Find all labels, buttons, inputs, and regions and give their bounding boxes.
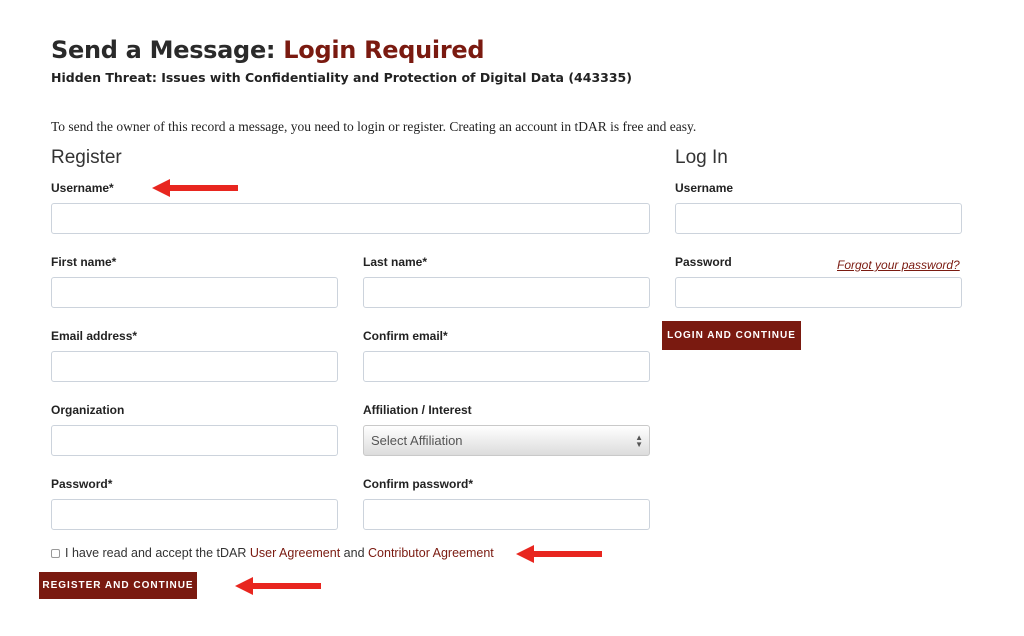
annotation-arrow-icon: [235, 577, 321, 595]
login-and-continue-button[interactable]: LOGIN AND CONTINUE: [662, 321, 801, 350]
login-heading: Log In: [675, 147, 728, 168]
login-password-input[interactable]: [675, 277, 962, 308]
password-label: Password*: [51, 477, 113, 491]
annotation-arrow-icon: [152, 179, 238, 197]
affiliation-select[interactable]: Select Affiliation ▲ ▼: [363, 425, 650, 456]
confirm-password-label: Confirm password*: [363, 477, 474, 491]
confirm-password-input[interactable]: [363, 499, 650, 530]
confirm-email-input[interactable]: [363, 351, 650, 382]
agreement-row: I have read and accept the tDAR User Agr…: [51, 546, 494, 560]
agreement-text: I have read and accept the tDAR: [65, 546, 247, 560]
register-password-input[interactable]: [51, 499, 338, 530]
page-title-prefix: Send a Message:: [51, 36, 276, 64]
organization-input[interactable]: [51, 425, 338, 456]
email-label: Email address*: [51, 329, 138, 343]
forgot-password-link[interactable]: Forgot your password?: [837, 258, 960, 272]
page-title-accent: Login Required: [283, 36, 485, 64]
select-updown-icon: ▲ ▼: [635, 433, 643, 449]
contributor-agreement-link[interactable]: Contributor Agreement: [368, 546, 494, 560]
last-name-label: Last name*: [363, 255, 428, 269]
register-username-input[interactable]: [51, 203, 650, 234]
affiliation-selected-value: Select Affiliation: [371, 433, 463, 448]
annotation-arrow-icon: [516, 545, 602, 563]
first-name-label: First name*: [51, 255, 117, 269]
user-agreement-link[interactable]: User Agreement: [250, 546, 340, 560]
agreement-checkbox[interactable]: [51, 548, 60, 558]
record-subtitle: Hidden Threat: Issues with Confidentiali…: [51, 70, 632, 85]
organization-label: Organization: [51, 403, 125, 417]
confirm-email-label: Confirm email*: [363, 329, 448, 343]
register-heading: Register: [51, 147, 122, 168]
intro-text: To send the owner of this record a messa…: [51, 119, 697, 134]
email-input[interactable]: [51, 351, 338, 382]
login-username-label: Username: [675, 181, 734, 195]
agreement-and: and: [343, 546, 365, 560]
username-label: Username*: [51, 181, 114, 195]
first-name-input[interactable]: [51, 277, 338, 308]
login-username-input[interactable]: [675, 203, 962, 234]
login-password-label: Password: [675, 255, 732, 269]
affiliation-label: Affiliation / Interest: [363, 403, 472, 417]
register-and-continue-button[interactable]: REGISTER AND CONTINUE: [39, 572, 197, 599]
last-name-input[interactable]: [363, 277, 650, 308]
page-title: Send a Message: Login Required: [51, 36, 485, 64]
